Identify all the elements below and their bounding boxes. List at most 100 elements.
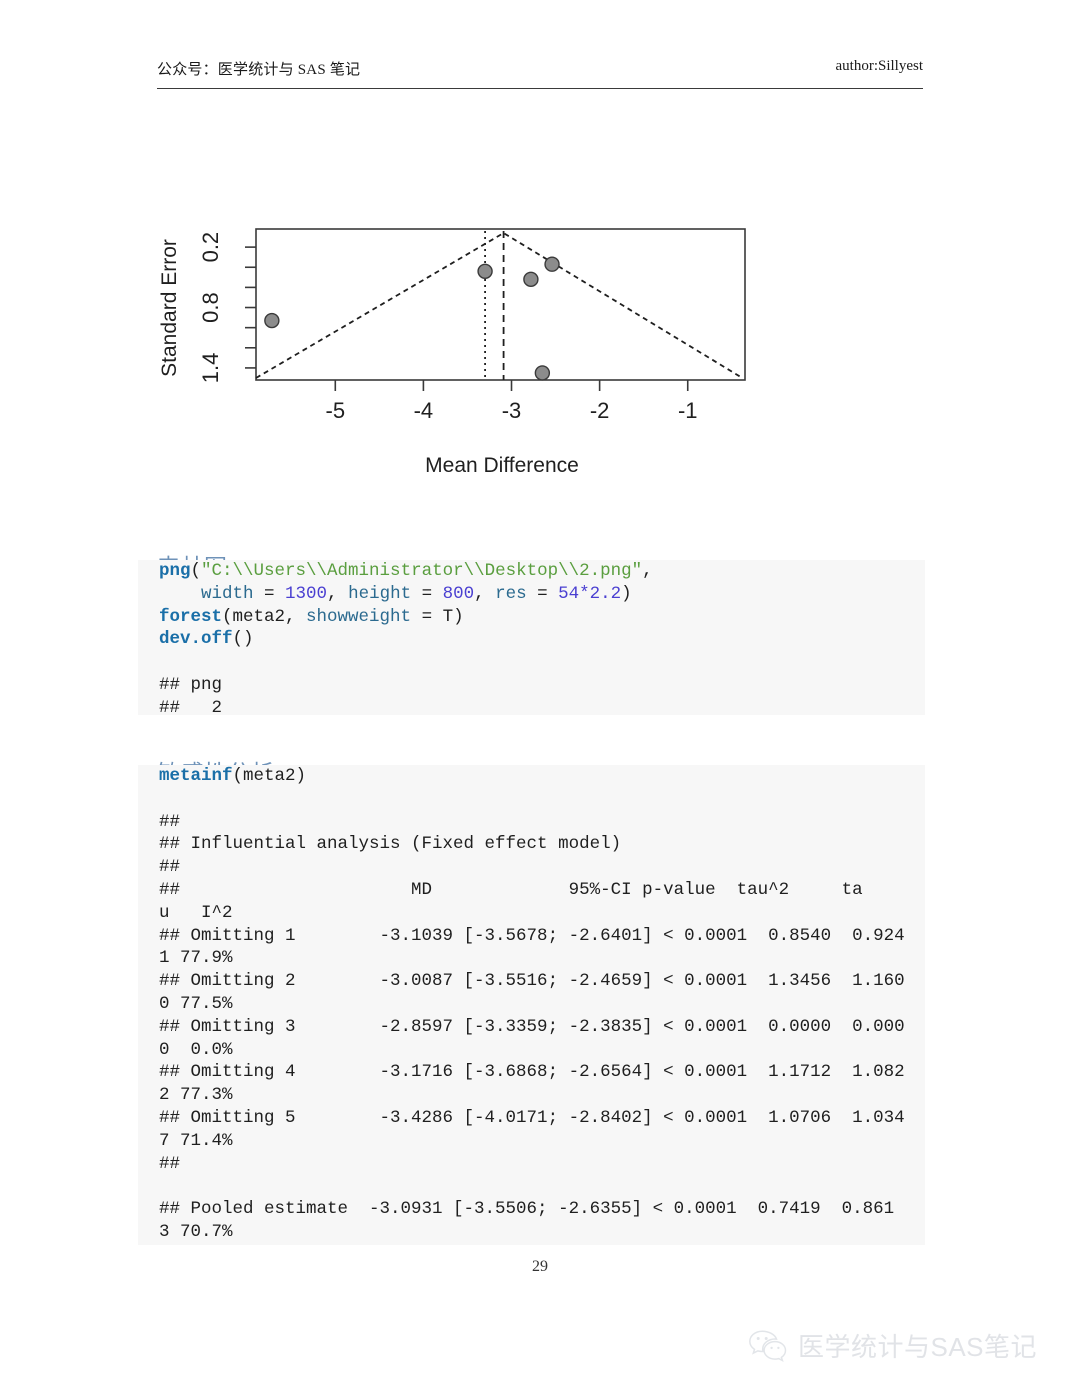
code-token: forest (159, 606, 223, 627)
code-token: 800 (442, 583, 475, 604)
x-tick-label: -4 (414, 398, 434, 423)
code-line: ## 2 (159, 697, 925, 720)
code-token: showweight (306, 606, 412, 627)
code-token: ( (190, 561, 202, 581)
code-line: ## Omitting 3 -2.8597 [-3.3359; -2.3835]… (159, 1016, 925, 1039)
code-block-forest-plot: png("C:\\Users\\Administrator\\Desktop\\… (138, 560, 925, 718)
y-tick-marks (245, 246, 256, 369)
code-block-sensitivity-analysis: metainf(meta2) ## ## Influential analysis… (138, 765, 925, 1245)
x-tick-label: -2 (590, 398, 610, 423)
x-tick-labels: -5 -4 -3 -2 -1 (326, 398, 698, 423)
code-token: dev.off (159, 629, 233, 650)
code-token: (meta2, (222, 606, 307, 627)
code-token: ## Omitting 4 -3.1716 [-3.6868; -2.6564]… (159, 1062, 905, 1083)
x-tick-label: -5 (326, 398, 346, 423)
code-line: width = 1300, height = 800, res = 54*2.2… (159, 583, 925, 606)
code-token: 3 70.7% (159, 1221, 233, 1242)
code-token: png (159, 561, 191, 581)
code-token: , (474, 583, 496, 604)
code-token: ## (159, 811, 181, 832)
funnel-plot-figure: Standard Error 0.2 0.8 1.4 -5 -4 -3 -2 -1 Mean… (150, 200, 790, 500)
code-line: forest(meta2, showweight = T) (159, 606, 925, 629)
code-line: 2 77.3% (159, 1084, 925, 1107)
header-author: author:Sillyest (835, 58, 924, 74)
code-token: 0 77.5% (159, 993, 233, 1014)
x-tick-marks (334, 380, 689, 391)
code-token: ## Omitting 3 -2.8597 [-3.3359; -2.3835]… (159, 1016, 905, 1037)
x-axis-label: Mean Difference (425, 454, 579, 477)
wechat-icon (749, 1329, 787, 1362)
code-line: ## Omitting 1 -3.1039 [-3.5678; -2.6401]… (159, 925, 925, 948)
code-token: res (495, 583, 527, 604)
code-line: ## (159, 811, 925, 834)
code-token: () (232, 629, 254, 650)
code-token: 0 0.0% (159, 1039, 233, 1060)
code-token: = T) (411, 606, 464, 627)
code-token: ## png (159, 674, 223, 695)
code-token: ) (621, 583, 632, 604)
code-token: 7 71.4% (159, 1130, 233, 1151)
code-token: u I^2 (159, 902, 233, 923)
data-point (544, 256, 560, 272)
y-tick-label: 1.4 (198, 353, 223, 384)
x-tick-label: -3 (502, 398, 522, 423)
page-number: 29 (532, 1258, 548, 1275)
y-axis-label: Standard Error (158, 239, 181, 377)
code-token: ## (159, 857, 181, 878)
code-token: = (253, 583, 286, 604)
y-tick-label: 0.8 (198, 292, 223, 323)
plot-frame (255, 228, 746, 381)
y-tick-label: 0.2 (198, 232, 223, 263)
code-line: ## png (159, 674, 925, 697)
funnel-plot-svg: Standard Error 0.2 0.8 1.4 -5 -4 -3 -2 -1 Mean… (158, 228, 746, 477)
code-line: 1 77.9% (159, 947, 925, 970)
code-token: 54*2.2 (558, 583, 622, 604)
data-point (534, 365, 551, 381)
code-line: ## Pooled estimate -3.0931 [-3.5506; -2.… (159, 1198, 925, 1221)
code-line: 3 70.7% (159, 1221, 925, 1244)
code-line: ## Omitting 2 -3.0087 [-3.5516; -2.4659]… (159, 970, 925, 993)
code-token: metainf (159, 766, 233, 786)
code-token: (meta2) (232, 766, 307, 786)
reference-lines (484, 231, 505, 380)
code-token: , (642, 561, 653, 581)
code-line: ## Omitting 4 -3.1716 [-3.6868; -2.6564]… (159, 1061, 925, 1084)
code-line: ## Influential analysis (Fixed effect mo… (159, 833, 925, 856)
code-token: ## Pooled estimate -3.0931 [-3.5506; -2.… (159, 1199, 895, 1220)
data-point (523, 271, 539, 288)
code-token: ## Omitting 1 -3.1039 [-3.5678; -2.6401]… (159, 925, 905, 946)
code-line: ## MD 95%-CI p-value tau^2 ta (159, 879, 925, 902)
code-token: 1300 (285, 583, 328, 604)
code-token: width (159, 583, 254, 604)
x-tick-label: -1 (678, 398, 698, 423)
code-token: 1 77.9% (159, 948, 233, 969)
code-token: ## MD 95%-CI p-value tau^2 ta (159, 879, 863, 900)
code-line: 7 71.4% (159, 1130, 925, 1153)
watermark-label: 医学统计与SAS笔记 (798, 1332, 1038, 1362)
code-line: metainf(meta2) (159, 765, 925, 788)
code-line: 0 0.0% (159, 1039, 925, 1062)
funnel-bounds (255, 231, 743, 379)
page-header: 公众号：医学统计与 SAS 笔记 author:Sillyest (157, 58, 923, 89)
code-token: , (327, 583, 349, 604)
code-token: "C:\\Users\\Administrator\\Desktop\\2.pn… (201, 561, 643, 581)
code-token: = (526, 583, 559, 604)
code-line: dev.off() (159, 628, 925, 651)
code-token: ## Omitting 2 -3.0087 [-3.5516; -2.4659]… (159, 971, 905, 992)
code-token: ## (159, 1153, 181, 1174)
code-token: height (348, 583, 412, 604)
code-line: 0 77.5% (159, 993, 925, 1016)
data-point (264, 312, 280, 329)
code-line: ## (159, 856, 925, 879)
code-line: ## Omitting 5 -3.4286 [-4.0171; -2.8402]… (159, 1107, 925, 1130)
watermark: 医学统计与SAS笔记 (748, 1327, 1037, 1364)
code-line: u I^2 (159, 902, 925, 925)
code-line: png("C:\\Users\\Administrator\\Desktop\\… (159, 560, 925, 583)
code-token: ## Influential analysis (Fixed effect mo… (159, 834, 622, 855)
code-token: = (411, 583, 443, 604)
data-point (477, 263, 493, 279)
data-points (264, 256, 560, 381)
